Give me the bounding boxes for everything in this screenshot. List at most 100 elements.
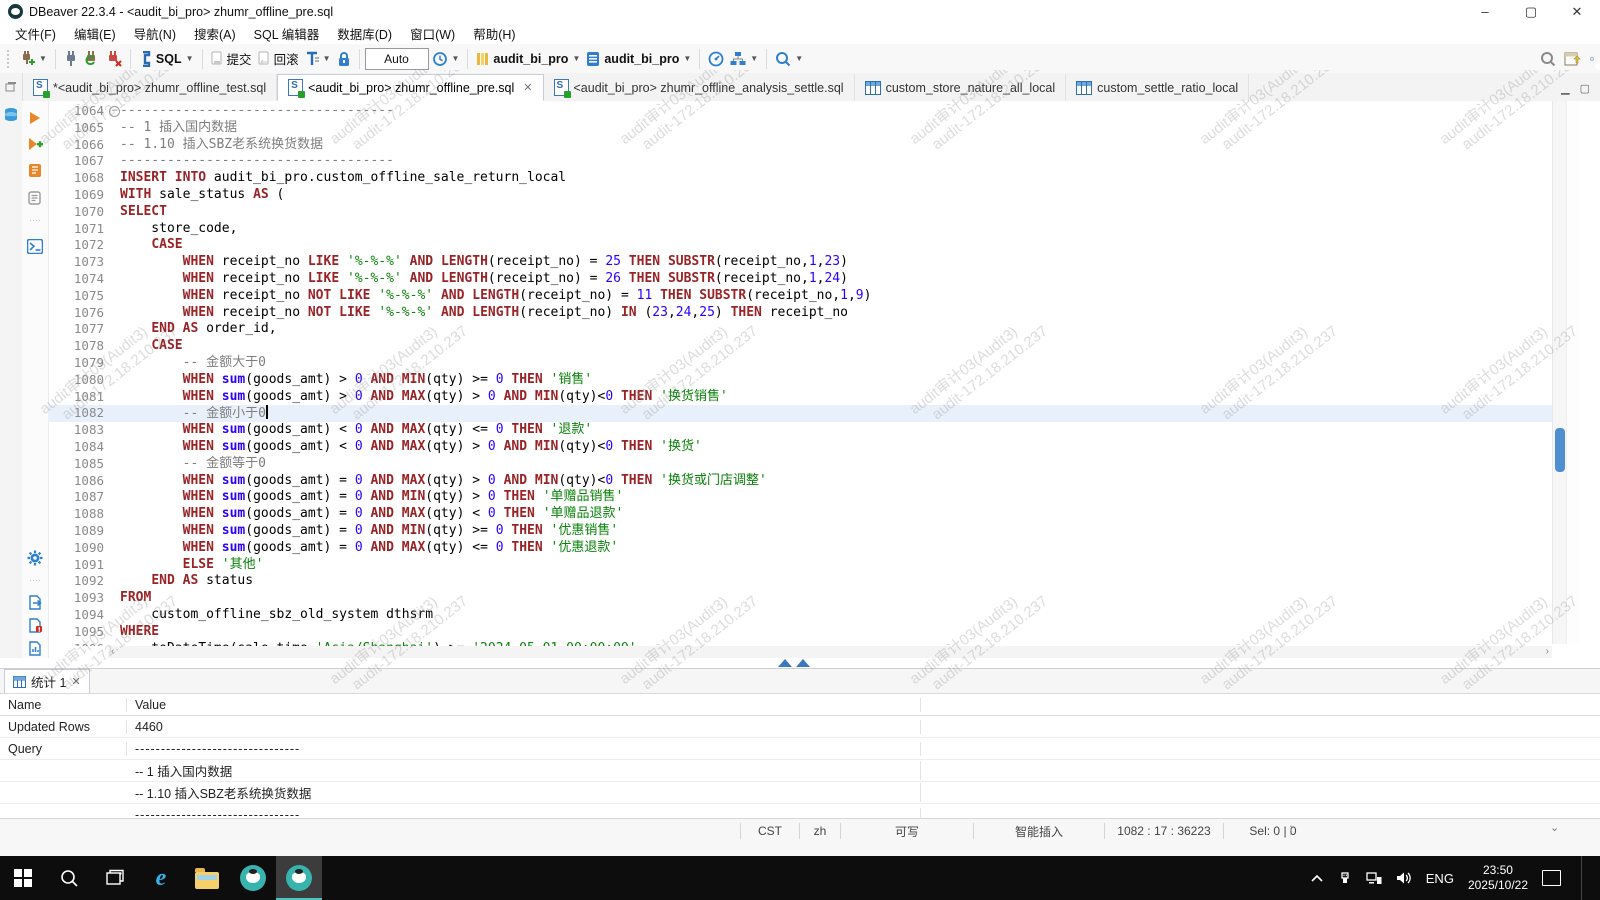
status-segment[interactable]: Sel: 0 | 0 bbox=[1223, 823, 1322, 839]
menu-item[interactable]: 窗口(W) bbox=[401, 22, 464, 45]
explain-plan-button[interactable] bbox=[26, 189, 44, 207]
menu-item[interactable]: 文件(F) bbox=[6, 22, 65, 45]
database-navigator-icon[interactable] bbox=[3, 107, 19, 123]
menu-item[interactable]: 数据库(D) bbox=[328, 22, 401, 45]
table-row[interactable]: -- 1 插入国内数据 bbox=[0, 760, 1600, 782]
menu-item[interactable]: SQL 编辑器 bbox=[245, 22, 329, 45]
status-segment[interactable]: zh bbox=[799, 823, 840, 839]
close-button[interactable]: ✕ bbox=[1554, 0, 1600, 23]
code-line[interactable]: 1064−----------------------------------- bbox=[48, 103, 1552, 120]
start-button[interactable] bbox=[0, 856, 46, 900]
code-line[interactable]: 1087 WHEN sum(goods_amt) = 0 AND MIN(qty… bbox=[48, 489, 1552, 506]
code-line[interactable]: 1092 END AS status bbox=[48, 573, 1552, 590]
menu-item[interactable]: 搜索(A) bbox=[185, 22, 245, 45]
column-header-value[interactable]: Value bbox=[127, 698, 921, 712]
code-line[interactable]: 1091 ELSE '其他' bbox=[48, 557, 1552, 574]
editor-tab[interactable]: *<audit_bi_pro> zhumr_offline_test.sql bbox=[23, 74, 277, 101]
commit-mode-select[interactable]: Auto bbox=[365, 48, 429, 70]
code-line[interactable]: 1069WITH sale_status AS ( bbox=[48, 187, 1552, 204]
task-view-button[interactable] bbox=[92, 856, 138, 900]
code-line[interactable]: 1086 WHEN sum(goods_amt) = 0 AND MAX(qty… bbox=[48, 473, 1552, 490]
taskbar-search-button[interactable] bbox=[46, 856, 92, 900]
status-overflow-dots[interactable]: ⋮ bbox=[1285, 823, 1297, 837]
usb-tray-icon[interactable] bbox=[1338, 871, 1352, 885]
sash-arrow-icon[interactable] bbox=[778, 659, 792, 667]
code-line[interactable]: 1070SELECT bbox=[48, 204, 1552, 221]
network-tray-icon[interactable] bbox=[1366, 872, 1382, 885]
table-row[interactable]: -- 1.10 插入SBZ老系统换货数据 bbox=[0, 782, 1600, 804]
code-line[interactable]: 1072 CASE bbox=[48, 237, 1552, 254]
editor-tab[interactable]: custom_settle_ratio_local bbox=[1066, 74, 1249, 101]
editor-settings-button[interactable] bbox=[26, 549, 44, 567]
code-line[interactable]: 1068INSERT INTO audit_bi_pro.custom_offl… bbox=[48, 170, 1552, 187]
code-line[interactable]: 1083 WHEN sum(goods_amt) < 0 AND MAX(qty… bbox=[48, 422, 1552, 439]
code-line[interactable]: 1075 WHEN receipt_no NOT LIKE '%-%-%' AN… bbox=[48, 288, 1552, 305]
code-line[interactable]: 1066-- 1.10 插入SBZ老系统换货数据 bbox=[48, 137, 1552, 154]
rollback-button[interactable]: 回滚 bbox=[255, 47, 302, 70]
restore-panel-icon[interactable] bbox=[5, 81, 17, 93]
dbeaver-taskbar-button-active[interactable] bbox=[276, 856, 322, 900]
code-line[interactable]: 1082 -- 金额小于0 bbox=[48, 405, 1552, 422]
dbeaver-perspective-button[interactable] bbox=[1590, 57, 1594, 61]
execute-statement-button[interactable] bbox=[26, 109, 44, 127]
code-line[interactable]: 1074 WHEN receipt_no LIKE '%-%-%' AND LE… bbox=[48, 271, 1552, 288]
code-line[interactable]: 1090 WHEN sum(goods_amt) = 0 AND MAX(qty… bbox=[48, 540, 1552, 557]
code-line[interactable]: 1079 -- 金额大于0 bbox=[48, 355, 1552, 372]
editor-tab[interactable]: <audit_bi_pro> zhumr_offline_analysis_se… bbox=[544, 74, 855, 101]
vertical-scrollbar[interactable] bbox=[1552, 101, 1567, 644]
save-report-button[interactable] bbox=[26, 616, 44, 634]
execute-new-tab-button[interactable] bbox=[26, 135, 44, 153]
minimize-button[interactable]: – bbox=[1462, 0, 1508, 23]
code-line[interactable]: 1078 CASE bbox=[48, 338, 1552, 355]
code-line[interactable]: 1084 WHEN sum(goods_amt) < 0 AND MAX(qty… bbox=[48, 439, 1552, 456]
statistics-tab[interactable]: 统计 1 ✕ bbox=[4, 669, 90, 693]
status-collapse-icon[interactable]: ⌄ bbox=[1550, 821, 1559, 834]
connection-selector[interactable]: audit_bi_pro ▼ bbox=[473, 49, 583, 69]
schema-selector[interactable]: audit_bi_pro ▼ bbox=[583, 49, 694, 69]
maximize-button[interactable]: ▢ bbox=[1508, 0, 1554, 23]
code-line[interactable]: 1077 END AS order_id, bbox=[48, 321, 1552, 338]
fold-collapse-icon[interactable]: − bbox=[109, 106, 120, 117]
code-line[interactable]: 1095WHERE bbox=[48, 624, 1552, 641]
code-line[interactable]: 1073 WHEN receipt_no LIKE '%-%-%' AND LE… bbox=[48, 254, 1552, 271]
execution-plan-button[interactable]: ▼ bbox=[727, 49, 761, 69]
vertical-scrollbar-thumb[interactable] bbox=[1555, 428, 1565, 472]
open-console-button[interactable] bbox=[26, 237, 44, 255]
minimize-editor-icon[interactable]: ▁ bbox=[1561, 82, 1569, 95]
code-line[interactable]: 1093FROM bbox=[48, 590, 1552, 607]
sash-arrow-icon[interactable] bbox=[796, 659, 810, 667]
code-line[interactable]: 1071 store_code, bbox=[48, 221, 1552, 238]
status-segment[interactable]: CST bbox=[740, 823, 799, 839]
connect-button[interactable] bbox=[61, 49, 81, 69]
tray-expand-icon[interactable] bbox=[1310, 873, 1324, 883]
code-line[interactable]: 1076 WHEN receipt_no NOT LIKE '%-%-%' AN… bbox=[48, 305, 1552, 322]
transaction-log-button[interactable]: ▼ bbox=[429, 49, 463, 69]
file-explorer-button[interactable] bbox=[184, 856, 230, 900]
open-view-icon[interactable] bbox=[1564, 51, 1582, 67]
horizontal-scrollbar[interactable]: ‹ › bbox=[108, 646, 1552, 658]
code-line[interactable]: 1089 WHEN sum(goods_amt) = 0 AND MIN(qty… bbox=[48, 523, 1552, 540]
disconnect-button[interactable] bbox=[103, 49, 125, 69]
language-indicator[interactable]: ENG bbox=[1426, 871, 1454, 886]
status-segment[interactable]: 可写 bbox=[840, 823, 973, 839]
statistics-doc-button[interactable] bbox=[26, 639, 44, 657]
new-connection-button[interactable]: ▼ bbox=[16, 49, 50, 69]
editor-tab[interactable]: custom_store_nature_all_local bbox=[855, 74, 1067, 101]
column-header-name[interactable]: Name bbox=[0, 698, 127, 712]
menu-item[interactable]: 编辑(E) bbox=[65, 22, 125, 45]
execute-script-button[interactable] bbox=[26, 161, 44, 179]
table-row[interactable]: Updated Rows4460 bbox=[0, 716, 1600, 738]
maximize-editor-icon[interactable]: ▢ bbox=[1580, 82, 1590, 95]
code-line[interactable]: 1094 custom_offline_sbz_old_system dthsr… bbox=[48, 607, 1552, 624]
lock-button[interactable] bbox=[334, 49, 354, 69]
menu-item[interactable]: 导航(N) bbox=[125, 22, 185, 45]
transaction-mode-button[interactable]: ▼ bbox=[302, 49, 334, 69]
volume-tray-icon[interactable] bbox=[1396, 871, 1412, 885]
scroll-left-icon[interactable]: ‹ bbox=[111, 646, 114, 658]
taskbar-clock[interactable]: 23:50 2025/10/22 bbox=[1468, 863, 1528, 893]
close-tab-icon[interactable]: ✕ bbox=[523, 81, 532, 94]
commit-button[interactable]: 提交 bbox=[208, 47, 255, 70]
code-line[interactable]: 1081 WHEN sum(goods_amt) > 0 AND MAX(qty… bbox=[48, 389, 1552, 406]
reconnect-button[interactable] bbox=[81, 49, 103, 69]
editor-results-splitter[interactable] bbox=[0, 658, 1600, 668]
